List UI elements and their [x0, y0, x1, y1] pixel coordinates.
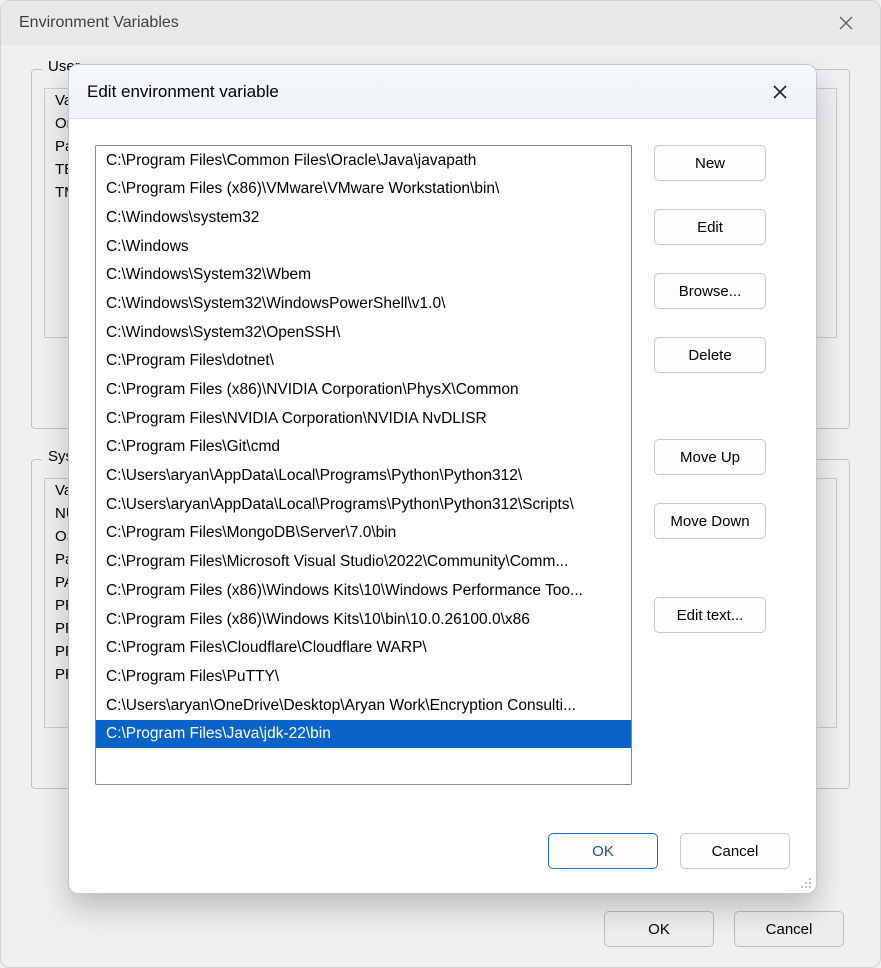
- edit-side-buttons: New Edit Browse... Delete Move Up Move D…: [654, 145, 790, 815]
- delete-button[interactable]: Delete: [654, 337, 766, 373]
- path-item[interactable]: C:\Program Files\Cloudflare\Cloudflare W…: [96, 634, 631, 663]
- cancel-button[interactable]: Cancel: [680, 833, 790, 869]
- path-item[interactable]: C:\Program Files (x86)\VMware\VMware Wor…: [96, 175, 631, 204]
- path-item[interactable]: C:\Program Files (x86)\Windows Kits\10\b…: [96, 605, 631, 634]
- edit-dialog-titlebar: Edit environment variable: [69, 65, 816, 119]
- path-item[interactable]: C:\Program Files\Common Files\Oracle\Jav…: [96, 146, 631, 175]
- path-item[interactable]: C:\Windows\system32: [96, 203, 631, 232]
- path-item[interactable]: C:\Users\aryan\OneDrive\Desktop\Aryan Wo…: [96, 691, 631, 720]
- path-item[interactable]: C:\Program Files\dotnet\: [96, 347, 631, 376]
- path-item[interactable]: C:\Windows\System32\WindowsPowerShell\v1…: [96, 289, 631, 318]
- path-item[interactable]: C:\Program Files\Git\cmd: [96, 433, 631, 462]
- close-icon[interactable]: [758, 75, 802, 109]
- path-listbox[interactable]: C:\Program Files\Common Files\Oracle\Jav…: [95, 145, 632, 785]
- move-down-button[interactable]: Move Down: [654, 503, 766, 539]
- path-item[interactable]: C:\Windows\System32\Wbem: [96, 261, 631, 290]
- edit-dialog-body: C:\Program Files\Common Files\Oracle\Jav…: [69, 119, 816, 823]
- path-item[interactable]: C:\Program Files\PuTTY\: [96, 662, 631, 691]
- edit-dialog-bottom-buttons: OK Cancel: [69, 823, 816, 893]
- edit-button[interactable]: Edit: [654, 209, 766, 245]
- path-item[interactable]: C:\Users\aryan\AppData\Local\Programs\Py…: [96, 490, 631, 519]
- browse-button[interactable]: Browse...: [654, 273, 766, 309]
- edit-text-button[interactable]: Edit text...: [654, 597, 766, 633]
- edit-dialog-title: Edit environment variable: [87, 82, 279, 102]
- path-item[interactable]: C:\Program Files (x86)\NVIDIA Corporatio…: [96, 376, 631, 405]
- path-item[interactable]: C:\Windows\System32\OpenSSH\: [96, 318, 631, 347]
- move-up-button[interactable]: Move Up: [654, 439, 766, 475]
- path-item[interactable]: C:\Program Files\Java\jdk-22\bin: [96, 720, 631, 749]
- path-item[interactable]: C:\Program Files\Microsoft Visual Studio…: [96, 548, 631, 577]
- path-item[interactable]: C:\Program Files (x86)\Windows Kits\10\W…: [96, 576, 631, 605]
- path-item[interactable]: C:\Users\aryan\AppData\Local\Programs\Py…: [96, 462, 631, 491]
- ok-button[interactable]: OK: [548, 833, 658, 869]
- resize-grip-icon[interactable]: [798, 875, 812, 889]
- new-button[interactable]: New: [654, 145, 766, 181]
- path-item[interactable]: C:\Program Files\MongoDB\Server\7.0\bin: [96, 519, 631, 548]
- path-item[interactable]: C:\Windows: [96, 232, 631, 261]
- path-item[interactable]: C:\Program Files\NVIDIA Corporation\NVID…: [96, 404, 631, 433]
- edit-env-var-dialog: Edit environment variable C:\Program Fil…: [68, 64, 817, 894]
